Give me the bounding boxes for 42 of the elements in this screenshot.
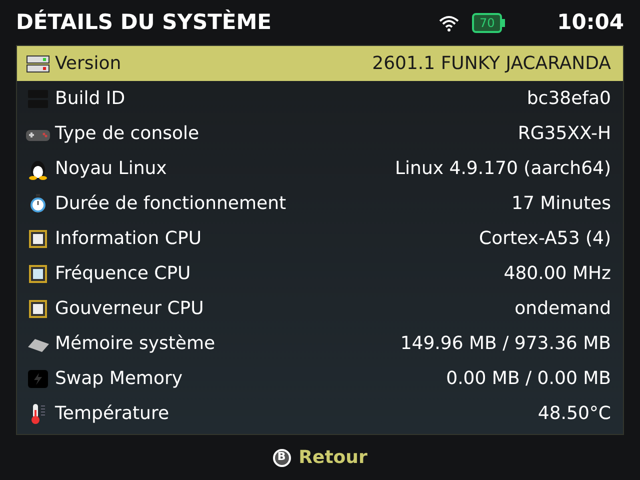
row-value: 480.00 MHz [504, 262, 611, 286]
row-label: Durée de fonctionnement [55, 192, 288, 216]
row-value: 0.00 MB / 0.00 MB [446, 367, 611, 391]
b-button-icon: B [272, 448, 291, 466]
row-label: Build ID [55, 87, 126, 111]
row-label: Version [55, 52, 122, 76]
row-value: ondemand [514, 297, 611, 321]
row-label: Température [55, 402, 170, 426]
screen-title: DÉTAILS DU SYSTÈME [16, 8, 273, 36]
chip-icon [25, 368, 51, 390]
row-label: Type de console [55, 122, 200, 146]
info-row[interactable]: Swap Memory 0.00 MB / 0.00 MB [17, 361, 623, 396]
row-label: Mémoire système [55, 332, 216, 356]
row-value: Cortex-A53 (4) [479, 227, 611, 251]
info-row[interactable]: Type de console RG35XX-H [17, 116, 623, 151]
info-row[interactable]: Noyau Linux Linux 4.9.170 (aarch64) [17, 151, 623, 186]
battery-icon: 70 [472, 12, 506, 32]
row-value: bc38efa0 [526, 87, 611, 111]
clock-time: 10:04 [557, 8, 624, 36]
row-label: Fréquence CPU [55, 262, 192, 286]
wifi-icon [438, 14, 460, 32]
row-label: Information CPU [55, 227, 203, 251]
info-row[interactable]: Information CPU Cortex-A53 (4) [17, 221, 623, 256]
thermometer-icon [31, 404, 45, 424]
info-row[interactable]: Température 48.50°C [17, 396, 623, 431]
info-row[interactable]: Build ID bc38efa0 [17, 81, 623, 116]
row-label: Noyau Linux [55, 157, 168, 181]
server-icon [25, 52, 51, 74]
row-label: Gouverneur CPU [55, 297, 205, 321]
info-row[interactable]: Version 2601.1 FUNKY JACARANDA [17, 46, 623, 81]
row-value: 48.50°C [538, 402, 611, 426]
row-label: Swap Memory [55, 367, 184, 391]
row-value: RG35XX-H [518, 122, 611, 146]
info-row[interactable]: Gouverneur CPU ondemand [17, 291, 623, 326]
back-label[interactable]: Retour [298, 444, 368, 471]
info-row[interactable]: Durée de fonctionnement 17 Minutes [17, 186, 623, 221]
info-row[interactable]: Mémoire système 149.96 MB / 973.36 MB [17, 326, 623, 361]
row-value: 2601.1 FUNKY JACARANDA [372, 52, 611, 76]
row-value: 17 Minutes [512, 192, 611, 216]
info-row[interactable]: Fréquence CPU 480.00 MHz [17, 256, 623, 291]
row-value: Linux 4.9.170 (aarch64) [395, 157, 611, 181]
row-value: 149.96 MB / 973.36 MB [400, 332, 611, 356]
